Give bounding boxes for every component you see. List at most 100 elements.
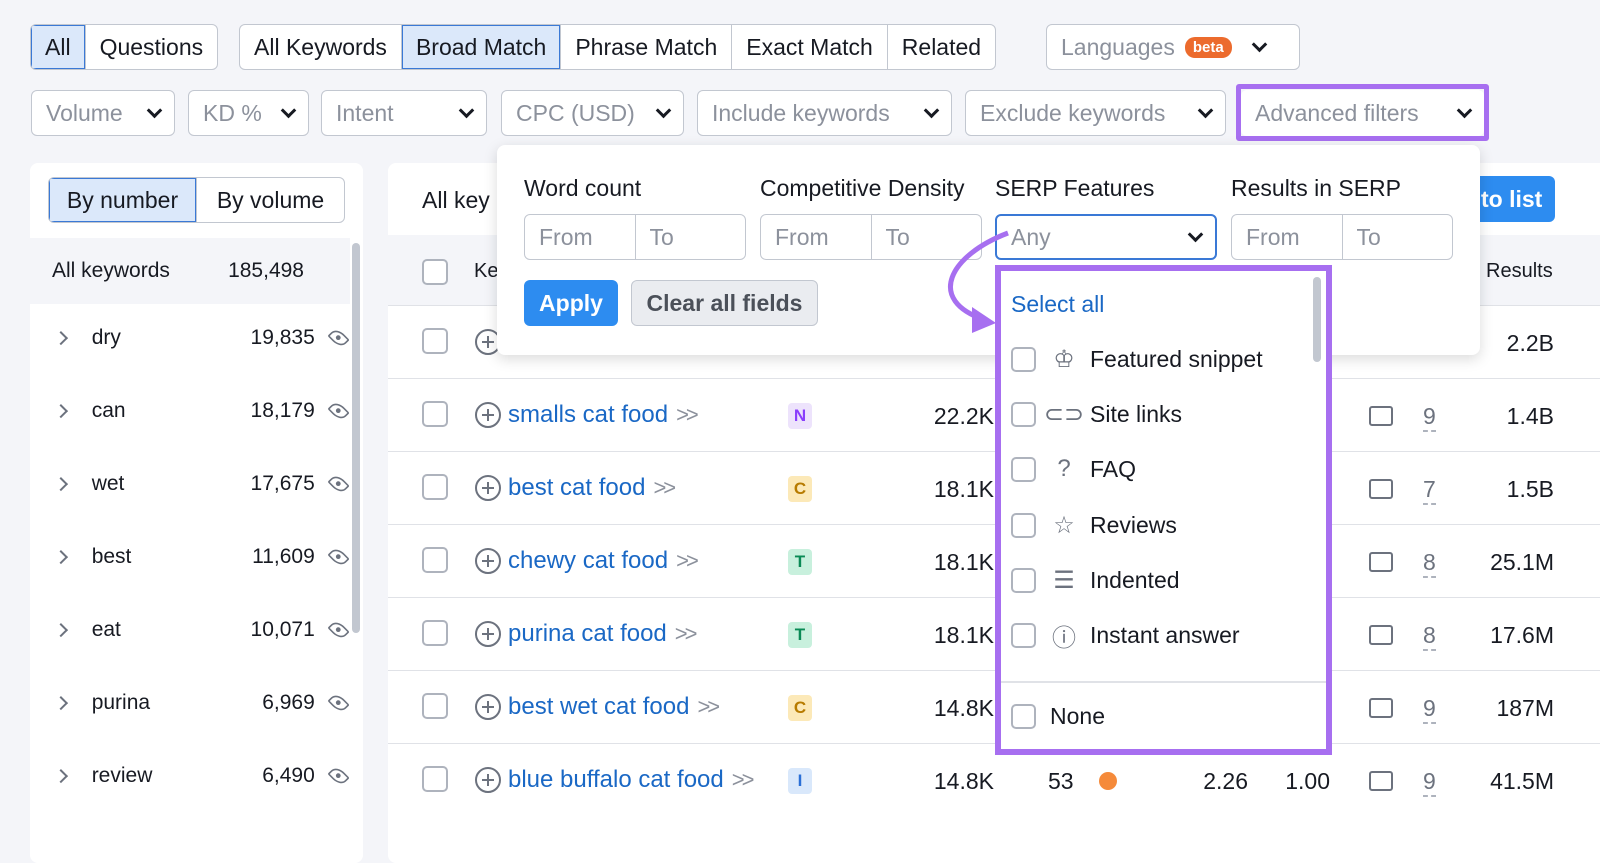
include-keywords-filter[interactable]: Include keywords	[697, 90, 952, 136]
serp-features-count[interactable]: 7	[1423, 476, 1436, 505]
results-column-header[interactable]: Results	[1486, 260, 1553, 283]
eye-icon[interactable]	[327, 764, 350, 788]
select-all-checkbox[interactable]	[422, 259, 448, 285]
from-input[interactable]: From	[761, 215, 872, 259]
option-checkbox[interactable]	[1011, 512, 1036, 538]
by-volume-button[interactable]: By volume	[196, 178, 344, 222]
group-row[interactable]: dry 19,835	[30, 305, 350, 371]
kd-filter[interactable]: KD %	[188, 90, 309, 136]
apply-button[interactable]: Apply	[524, 280, 618, 326]
double-chevron-icon[interactable]: >>	[697, 694, 720, 719]
serp-features-select[interactable]: Any	[995, 214, 1217, 260]
double-chevron-icon[interactable]: >>	[732, 767, 755, 792]
match-type-tabs: All Keywords Broad Match Phrase Match Ex…	[239, 24, 997, 70]
featured-snippet-option[interactable]: ♔ Featured snippet	[1011, 345, 1263, 373]
group-row[interactable]: purina 6,969	[30, 670, 350, 736]
to-input[interactable]: To	[1343, 215, 1453, 259]
tab-all-keywords[interactable]: All Keywords	[240, 25, 401, 69]
option-checkbox[interactable]	[1011, 567, 1036, 593]
group-row[interactable]: wet 17,675	[30, 451, 350, 517]
add-icon[interactable]	[475, 548, 501, 574]
to-list-button[interactable]: to list	[1475, 176, 1555, 222]
faq-option[interactable]: ? FAQ	[1011, 455, 1136, 483]
to-input[interactable]: To	[636, 215, 746, 259]
keyword-link[interactable]: best wet cat food >>	[508, 693, 720, 721]
keyword-column-header[interactable]: Ke	[474, 260, 498, 283]
double-chevron-icon[interactable]: >>	[676, 402, 699, 427]
by-number-button[interactable]: By number	[49, 178, 196, 222]
option-checkbox[interactable]	[1011, 622, 1036, 648]
add-icon[interactable]	[475, 475, 501, 501]
row-checkbox[interactable]	[422, 693, 448, 719]
tab-questions[interactable]: Questions	[84, 25, 218, 69]
exclude-keywords-filter[interactable]: Exclude keywords	[965, 90, 1226, 136]
keyword-link[interactable]: purina cat food >>	[508, 620, 698, 648]
serp-features-count[interactable]: 8	[1423, 622, 1436, 651]
serp-screenshot-icon[interactable]	[1369, 406, 1393, 426]
select-all-link[interactable]: Select all	[1011, 291, 1104, 318]
serp-screenshot-icon[interactable]	[1369, 625, 1393, 645]
row-checkbox[interactable]	[422, 547, 448, 573]
keyword-link[interactable]: chewy cat food >>	[508, 547, 699, 575]
option-checkbox[interactable]	[1011, 456, 1036, 482]
tab-phrase-match[interactable]: Phrase Match	[560, 25, 731, 69]
serp-screenshot-icon[interactable]	[1369, 552, 1393, 572]
serp-features-count[interactable]: 9	[1423, 403, 1436, 432]
add-icon[interactable]	[475, 767, 501, 793]
add-icon[interactable]	[475, 694, 501, 720]
from-input[interactable]: From	[525, 215, 636, 259]
row-checkbox[interactable]	[422, 474, 448, 500]
eye-icon[interactable]	[327, 326, 350, 350]
eye-icon[interactable]	[327, 472, 350, 496]
group-row[interactable]: review 6,490	[30, 743, 350, 809]
all-keywords-row[interactable]: All keywords 185,498	[30, 238, 350, 304]
instant-answer-option[interactable]: ⓘ Instant answer	[1011, 621, 1240, 652]
row-checkbox[interactable]	[422, 766, 448, 792]
group-row[interactable]: best 11,609	[30, 524, 350, 590]
double-chevron-icon[interactable]: >>	[653, 475, 676, 500]
option-checkbox[interactable]	[1011, 346, 1036, 372]
keyword-link[interactable]: smalls cat food >>	[508, 401, 699, 429]
add-icon[interactable]	[475, 402, 501, 428]
languages-dropdown[interactable]: Languages beta	[1046, 24, 1300, 70]
none-option[interactable]: None	[1011, 703, 1105, 730]
tab-exact-match[interactable]: Exact Match	[731, 25, 887, 69]
site-links-option[interactable]: ⊂⊃ Site links	[1011, 400, 1182, 428]
eye-icon[interactable]	[327, 618, 350, 642]
dropdown-scrollbar[interactable]	[1313, 277, 1321, 362]
tab-broad-match[interactable]: Broad Match	[400, 25, 561, 69]
row-checkbox[interactable]	[422, 620, 448, 646]
keyword-link[interactable]: blue buffalo cat food >>	[508, 766, 755, 794]
eye-icon[interactable]	[327, 545, 350, 569]
intent-badge: C	[788, 476, 812, 502]
double-chevron-icon[interactable]: >>	[676, 548, 699, 573]
group-name: can	[91, 399, 126, 422]
group-row[interactable]: can 18,179	[30, 378, 350, 444]
serp-features-count[interactable]: 8	[1423, 549, 1436, 578]
eye-icon[interactable]	[327, 691, 350, 715]
volume-filter[interactable]: Volume	[31, 90, 175, 136]
keyword-link[interactable]: best cat food >>	[508, 474, 676, 502]
serp-screenshot-icon[interactable]	[1369, 479, 1393, 499]
serp-screenshot-icon[interactable]	[1369, 698, 1393, 718]
cpc-filter[interactable]: CPC (USD)	[501, 90, 684, 136]
serp-screenshot-icon[interactable]	[1369, 771, 1393, 791]
indented-option[interactable]: ☰ Indented	[1011, 566, 1180, 594]
serp-features-count[interactable]: 9	[1423, 768, 1436, 797]
row-checkbox[interactable]	[422, 328, 448, 354]
left-scrollbar[interactable]	[352, 243, 360, 633]
reviews-option[interactable]: ☆ Reviews	[1011, 511, 1177, 539]
option-checkbox[interactable]	[1011, 704, 1036, 729]
group-row[interactable]: eat 10,071	[30, 597, 350, 663]
option-checkbox[interactable]	[1011, 401, 1036, 427]
tab-all[interactable]: All	[31, 25, 85, 69]
eye-icon[interactable]	[327, 399, 350, 423]
add-icon[interactable]	[475, 621, 501, 647]
from-input[interactable]: From	[1232, 215, 1343, 259]
row-checkbox[interactable]	[422, 401, 448, 427]
tab-related[interactable]: Related	[886, 25, 995, 69]
serp-features-count[interactable]: 9	[1423, 695, 1436, 724]
intent-filter[interactable]: Intent	[321, 90, 487, 136]
double-chevron-icon[interactable]: >>	[675, 621, 698, 646]
clear-all-button[interactable]: Clear all fields	[631, 280, 818, 326]
